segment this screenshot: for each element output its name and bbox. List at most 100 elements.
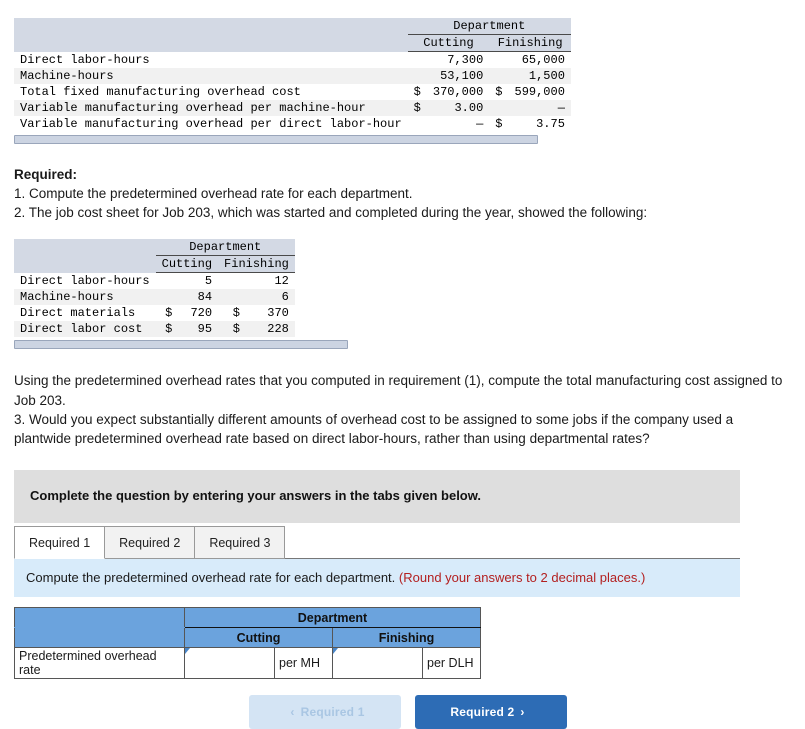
table-header-group-row: Department bbox=[14, 239, 295, 256]
answer-header-spacer bbox=[15, 608, 185, 628]
cell-currency: $ bbox=[408, 84, 427, 100]
answer-header-group-row: Department bbox=[15, 608, 481, 628]
answer-row: Predetermined overhead rate per MH per D… bbox=[15, 648, 481, 679]
cell-value-cutting: 370,000 bbox=[427, 84, 489, 100]
header-spacer-2 bbox=[14, 256, 156, 273]
row-label: Direct labor-hours bbox=[14, 273, 156, 290]
cell-value-finishing: 228 bbox=[246, 321, 295, 337]
table-row: Direct materials $ 720 $ 370 bbox=[14, 305, 295, 321]
row-label: Machine-hours bbox=[14, 68, 408, 84]
cell-currency-2 bbox=[218, 289, 246, 305]
cell-currency bbox=[156, 273, 179, 290]
table-header-row: Cutting Finishing bbox=[14, 256, 295, 273]
column-header-finishing: Finishing bbox=[218, 256, 295, 273]
cell-value-cutting: 3.00 bbox=[427, 100, 489, 116]
cell-value-cutting: 95 bbox=[178, 321, 218, 337]
column-header-finishing: Finishing bbox=[489, 35, 571, 52]
answer-table-container: Department Cutting Finishing Predetermin… bbox=[14, 607, 805, 679]
instruction-strip: Compute the predetermined overhead rate … bbox=[14, 558, 740, 597]
answer-header-spacer-2 bbox=[15, 628, 185, 648]
cell-value-cutting: 720 bbox=[178, 305, 218, 321]
cell-currency-2: $ bbox=[218, 305, 246, 321]
cell-value-finishing: — bbox=[509, 100, 571, 116]
required-block: Required: 1. Compute the predetermined o… bbox=[14, 165, 791, 222]
answer-department-header: Department bbox=[185, 608, 481, 628]
cell-currency bbox=[156, 289, 179, 305]
required-line-2: 2. The job cost sheet for Job 203, which… bbox=[14, 203, 791, 222]
horizontal-scrollbar[interactable] bbox=[14, 340, 348, 349]
answer-column-cutting: Cutting bbox=[185, 628, 333, 648]
body-line-3: 3. Would you expect substantially differ… bbox=[14, 410, 791, 429]
department-group-header: Department bbox=[408, 18, 571, 35]
tab-navigation: ‹ Required 1 Required 2 › bbox=[0, 695, 805, 729]
finishing-rate-input[interactable] bbox=[333, 648, 423, 679]
job-cost-table: Department Cutting Finishing Direct labo… bbox=[14, 239, 295, 337]
cell-value-finishing: 6 bbox=[246, 289, 295, 305]
required-heading: Required: bbox=[14, 167, 77, 182]
cutting-rate-input[interactable] bbox=[185, 648, 275, 679]
table-row: Variable manufacturing overhead per dire… bbox=[14, 116, 571, 132]
cell-currency-2 bbox=[489, 100, 508, 116]
cell-currency-2 bbox=[218, 273, 246, 290]
previous-requirement-button[interactable]: ‹ Required 1 bbox=[249, 695, 401, 729]
row-label: Variable manufacturing overhead per dire… bbox=[14, 116, 408, 132]
cell-comment-marker-icon bbox=[333, 648, 338, 654]
table-row: Variable manufacturing overhead per mach… bbox=[14, 100, 571, 116]
answer-column-finishing: Finishing bbox=[333, 628, 481, 648]
previous-requirement-label: Required 1 bbox=[301, 705, 365, 719]
instruction-text: Compute the predetermined overhead rate … bbox=[26, 570, 395, 585]
cell-value-finishing: 65,000 bbox=[509, 52, 571, 69]
cell-currency: $ bbox=[156, 305, 179, 321]
table-header-row: Cutting Finishing bbox=[14, 35, 571, 52]
table-row: Direct labor-hours 5 12 bbox=[14, 273, 295, 290]
question-body-block: Using the predetermined overhead rates t… bbox=[14, 371, 791, 448]
cell-value-finishing: 599,000 bbox=[509, 84, 571, 100]
tab-required-3[interactable]: Required 3 bbox=[194, 526, 285, 559]
given-data-table: Department Cutting Finishing Direct labo… bbox=[14, 18, 571, 132]
cell-currency-2: $ bbox=[489, 84, 508, 100]
required-line-1: 1. Compute the predetermined overhead ra… bbox=[14, 184, 791, 203]
next-requirement-label: Required 2 bbox=[450, 705, 514, 719]
column-header-cutting: Cutting bbox=[156, 256, 218, 273]
cutting-rate-unit: per MH bbox=[275, 648, 333, 679]
table-row: Total fixed manufacturing overhead cost … bbox=[14, 84, 571, 100]
cell-value-cutting: 84 bbox=[178, 289, 218, 305]
department-group-header: Department bbox=[156, 239, 295, 256]
cell-currency: $ bbox=[408, 100, 427, 116]
cell-currency bbox=[408, 116, 427, 132]
given-data-table-container: Department Cutting Finishing Direct labo… bbox=[14, 18, 805, 144]
tab-required-1[interactable]: Required 1 bbox=[14, 526, 105, 559]
tab-required-2[interactable]: Required 2 bbox=[104, 526, 195, 559]
cell-currency-2 bbox=[489, 68, 508, 84]
requirement-tabs: Required 1 Required 2 Required 3 bbox=[14, 523, 805, 558]
cell-value-cutting: — bbox=[427, 116, 489, 132]
table-row: Direct labor-hours 7,300 65,000 bbox=[14, 52, 571, 69]
job-cost-table-container: Department Cutting Finishing Direct labo… bbox=[14, 239, 805, 349]
answer-header-row: Cutting Finishing bbox=[15, 628, 481, 648]
cell-value-finishing: 1,500 bbox=[509, 68, 571, 84]
next-requirement-button[interactable]: Required 2 › bbox=[415, 695, 567, 729]
cell-comment-marker-icon bbox=[185, 648, 190, 654]
table-row: Machine-hours 84 6 bbox=[14, 289, 295, 305]
cell-value-finishing: 370 bbox=[246, 305, 295, 321]
body-line-1: Using the predetermined overhead rates t… bbox=[14, 371, 791, 390]
cell-currency bbox=[408, 52, 427, 69]
cell-value-finishing: 3.75 bbox=[509, 116, 571, 132]
chevron-right-icon: › bbox=[520, 705, 524, 719]
cell-currency-2 bbox=[489, 52, 508, 69]
body-line-2: Job 203. bbox=[14, 391, 791, 410]
rounding-note: (Round your answers to 2 decimal places.… bbox=[399, 570, 645, 585]
table-row: Direct labor cost $ 95 $ 228 bbox=[14, 321, 295, 337]
answer-row-label: Predetermined overhead rate bbox=[15, 648, 185, 679]
chevron-left-icon: ‹ bbox=[290, 705, 294, 719]
row-label: Total fixed manufacturing overhead cost bbox=[14, 84, 408, 100]
row-label: Variable manufacturing overhead per mach… bbox=[14, 100, 408, 116]
row-label: Direct labor-hours bbox=[14, 52, 408, 69]
cell-value-cutting: 7,300 bbox=[427, 52, 489, 69]
finishing-rate-unit: per DLH bbox=[423, 648, 481, 679]
horizontal-scrollbar[interactable] bbox=[14, 135, 538, 144]
row-label: Direct labor cost bbox=[14, 321, 156, 337]
row-label: Machine-hours bbox=[14, 289, 156, 305]
header-spacer bbox=[14, 239, 156, 256]
cell-value-cutting: 53,100 bbox=[427, 68, 489, 84]
